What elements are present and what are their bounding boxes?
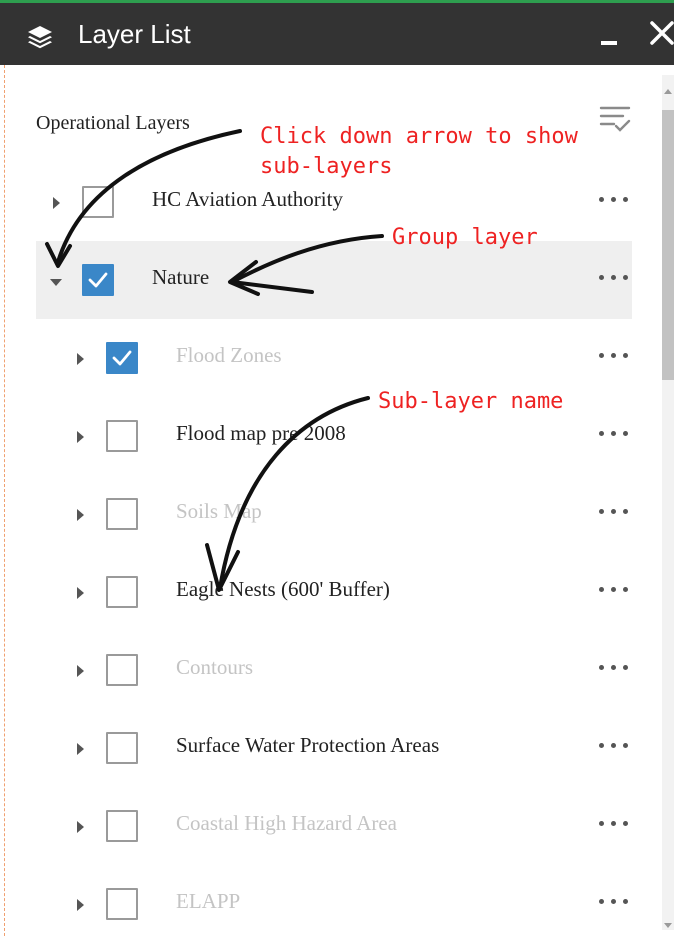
checkmark-icon [112, 350, 132, 366]
more-options-dot [623, 275, 628, 280]
more-options-dot [623, 899, 628, 904]
scroll-down-arrow-icon[interactable] [664, 923, 672, 928]
more-options-dot [599, 431, 604, 436]
layer-row[interactable]: Soils Map [36, 475, 632, 553]
layer-name: Coastal High Hazard Area [176, 811, 398, 835]
window-header: Layer List [0, 3, 674, 65]
layer-row[interactable]: Nature [36, 241, 632, 319]
layer-visibility-checkbox[interactable] [82, 264, 114, 296]
annotation-group-layer: Group layer [392, 225, 538, 250]
more-options-dot [611, 275, 616, 280]
more-options-dot [623, 587, 628, 592]
more-options-icon[interactable] [599, 193, 633, 207]
more-options-dot [599, 821, 604, 826]
layer-name: Soils Map [176, 499, 262, 523]
caret-right-icon[interactable] [77, 587, 84, 599]
more-options-dot [623, 431, 628, 436]
more-options-icon[interactable] [599, 661, 633, 675]
layer-visibility-checkbox[interactable] [106, 498, 138, 530]
annotation-expand-hint: Click down arrow to show sub-layers [260, 124, 578, 179]
layer-name: Flood Zones [176, 343, 282, 367]
more-options-dot [623, 665, 628, 670]
layer-visibility-checkbox[interactable] [106, 888, 138, 920]
layer-name: Nature [152, 265, 210, 289]
more-options-icon[interactable] [599, 271, 633, 285]
layer-visibility-checkbox[interactable] [106, 654, 138, 686]
more-options-dot [623, 353, 628, 358]
window-title: Layer List [78, 19, 191, 49]
layer-visibility-checkbox[interactable] [106, 576, 138, 608]
map-edge [0, 65, 5, 936]
more-options-dot [611, 509, 616, 514]
more-options-dot [611, 431, 616, 436]
more-options-dot [611, 743, 616, 748]
more-options-dot [611, 899, 616, 904]
checkmark-icon [88, 272, 108, 288]
more-options-dot [611, 821, 616, 826]
more-options-dot [599, 197, 604, 202]
more-options-dot [611, 665, 616, 670]
more-options-dot [599, 665, 604, 670]
more-options-dot [611, 587, 616, 592]
layer-row[interactable]: Flood Zones [36, 319, 632, 397]
section-label-operational-layers: Operational Layers [36, 112, 190, 134]
more-options-dot [623, 743, 628, 748]
caret-right-icon[interactable] [77, 431, 84, 443]
layer-name: HC Aviation Authority [152, 187, 343, 211]
more-options-dot [611, 197, 616, 202]
more-options-dot [599, 353, 604, 358]
close-icon[interactable] [648, 19, 674, 47]
scrollbar[interactable] [662, 75, 674, 930]
more-options-dot [623, 509, 628, 514]
more-options-icon[interactable] [599, 349, 633, 363]
more-options-dot [623, 821, 628, 826]
more-options-dot [623, 197, 628, 202]
more-options-icon[interactable] [599, 817, 633, 831]
filter-list-icon[interactable] [598, 103, 632, 137]
layer-name: Surface Water Protection Areas [176, 733, 440, 757]
layer-visibility-checkbox[interactable] [82, 186, 114, 218]
more-options-dot [599, 899, 604, 904]
layer-name: Contours [176, 655, 254, 679]
more-options-dot [599, 509, 604, 514]
more-options-dot [599, 275, 604, 280]
more-options-icon[interactable] [599, 895, 633, 909]
more-options-icon[interactable] [599, 505, 633, 519]
layer-visibility-checkbox[interactable] [106, 810, 138, 842]
more-options-icon[interactable] [599, 739, 633, 753]
layer-visibility-checkbox[interactable] [106, 342, 138, 374]
layer-row[interactable]: ELAPP [36, 865, 632, 943]
annotation-sublayer-name: Sub-layer name [378, 389, 564, 414]
minimize-button[interactable] [601, 41, 617, 45]
layer-row[interactable]: Surface Water Protection Areas [36, 709, 632, 787]
scroll-thumb[interactable] [662, 110, 674, 380]
caret-right-icon[interactable] [77, 665, 84, 677]
layer-name: ELAPP [176, 889, 241, 913]
scroll-up-arrow-icon[interactable] [664, 89, 672, 94]
more-options-dot [599, 743, 604, 748]
more-options-icon[interactable] [599, 427, 633, 441]
layer-visibility-checkbox[interactable] [106, 420, 138, 452]
layer-row[interactable]: Coastal High Hazard Area [36, 787, 632, 865]
caret-right-icon[interactable] [77, 821, 84, 833]
layer-name: Eagle Nests (600' Buffer) [176, 577, 390, 601]
caret-down-icon[interactable] [50, 279, 62, 286]
caret-right-icon[interactable] [77, 899, 84, 911]
caret-right-icon[interactable] [77, 509, 84, 521]
layer-row[interactable]: Eagle Nests (600' Buffer) [36, 553, 632, 631]
layer-visibility-checkbox[interactable] [106, 732, 138, 764]
layer-list-panel: Operational Layers HC Aviation Authority… [6, 65, 674, 936]
layer-name: Flood map pre 2008 [176, 421, 346, 445]
caret-right-icon[interactable] [77, 743, 84, 755]
more-options-icon[interactable] [599, 583, 633, 597]
more-options-dot [599, 587, 604, 592]
caret-right-icon[interactable] [77, 353, 84, 365]
layers-icon [28, 26, 52, 49]
more-options-dot [611, 353, 616, 358]
caret-right-icon[interactable] [53, 197, 60, 209]
layer-row[interactable]: Contours [36, 631, 632, 709]
